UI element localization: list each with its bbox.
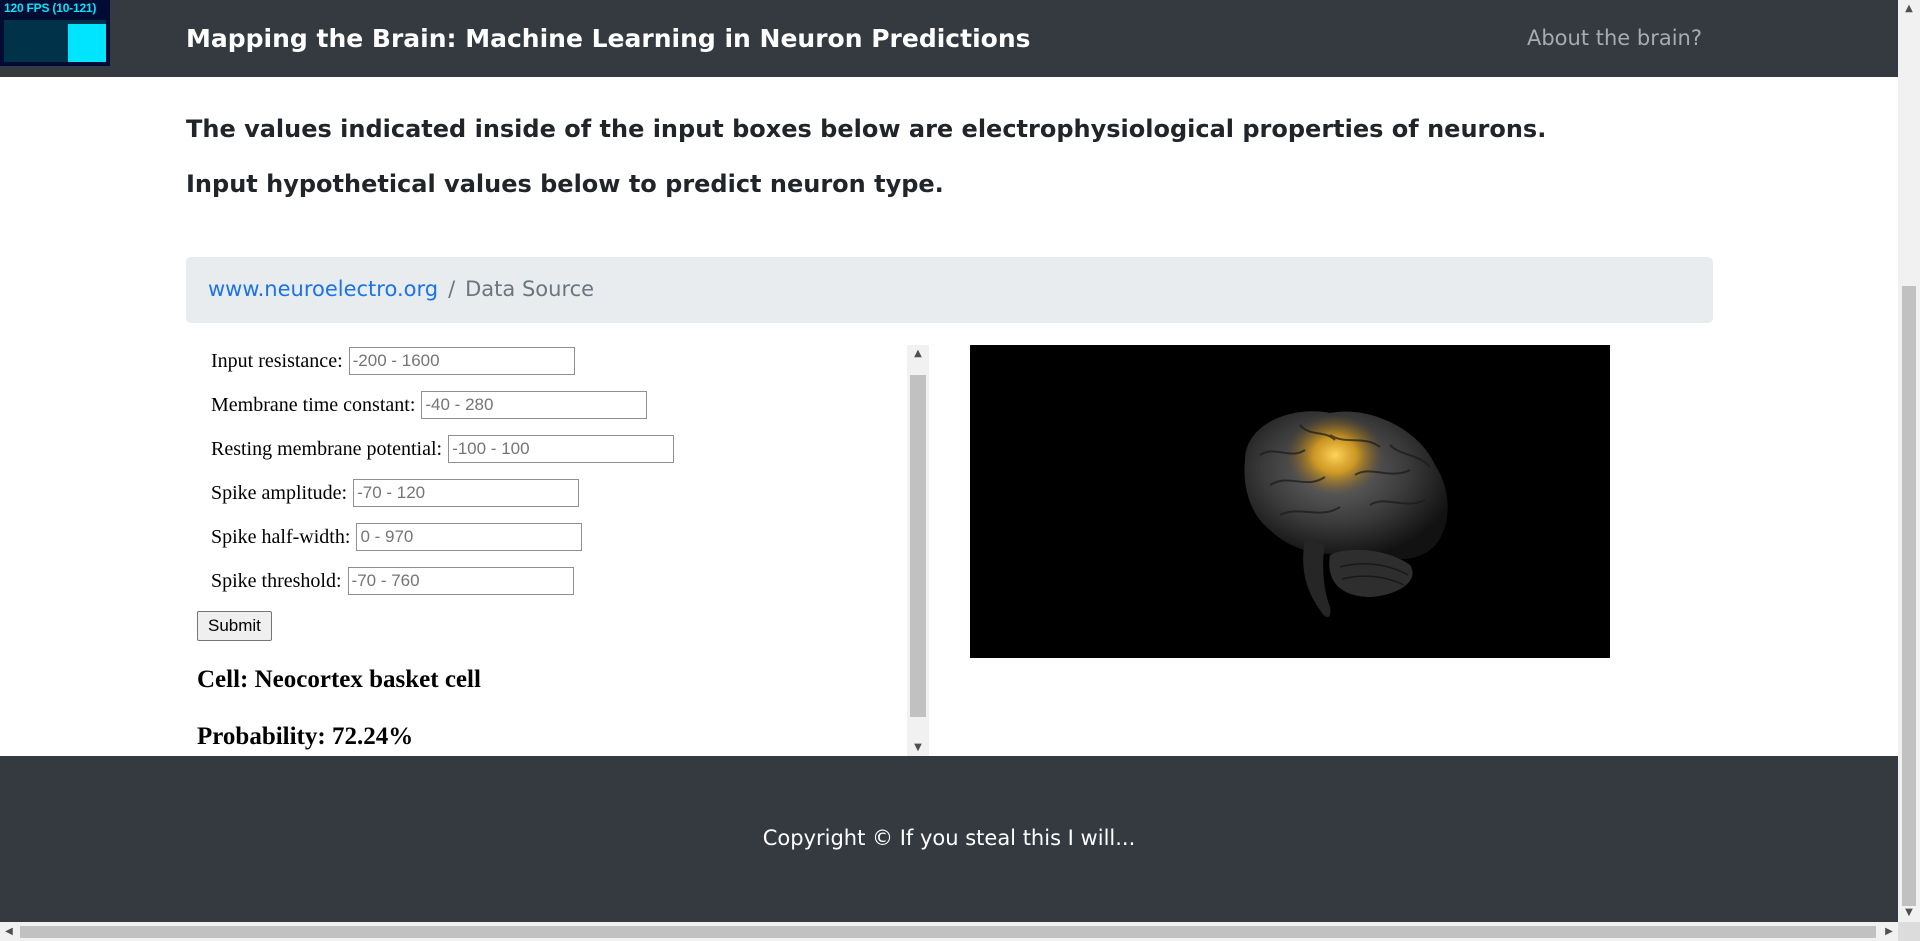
field-spike-amplitude: Spike amplitude:	[211, 479, 580, 507]
breadcrumb-link-neuroelectro[interactable]: www.neuroelectro.org	[208, 277, 438, 301]
prediction-form-panel: Input resistance: Membrane time constant…	[186, 343, 929, 757]
scrollbar-corner	[1898, 922, 1920, 941]
spike-amplitude-field[interactable]	[353, 479, 580, 507]
predicted-cell: Cell: Neocortex basket cell	[197, 666, 481, 693]
page-scroll-up-icon[interactable]: ▲	[1898, 0, 1920, 18]
spike-half-width-field[interactable]	[356, 523, 583, 551]
breadcrumb-items: www.neuroelectro.org / Data Source	[208, 277, 594, 301]
field-input-resistance: Input resistance:	[211, 347, 575, 375]
navbar: Mapping the Brain: Machine Learning in N…	[0, 0, 1898, 77]
page: Mapping the Brain: Machine Learning in N…	[0, 0, 1920, 941]
scroll-up-arrow-icon[interactable]: ▲	[907, 345, 929, 363]
field-label: Input resistance:	[211, 349, 343, 372]
brain-render	[1244, 411, 1448, 618]
page-scroll-down-icon[interactable]: ▼	[1898, 904, 1920, 922]
field-resting-membrane-potential: Resting membrane potential:	[211, 435, 675, 463]
field-spike-threshold: Spike threshold:	[211, 567, 574, 595]
scroll-down-arrow-icon[interactable]: ▼	[907, 739, 929, 757]
membrane-time-constant-field[interactable]	[421, 391, 648, 419]
field-membrane-time-constant: Membrane time constant:	[211, 391, 648, 419]
copyright-text: Copyright © If you steal this I will...	[762, 826, 1136, 850]
footer: Copyright © If you steal this I will...	[0, 756, 1898, 922]
field-label: Spike threshold:	[211, 569, 342, 592]
input-resistance-field[interactable]	[348, 347, 575, 375]
breadcrumb-active-data-source: Data Source	[465, 277, 595, 301]
breadcrumb-separator: /	[448, 277, 456, 301]
page-scroll-left-icon[interactable]: ◀	[0, 922, 18, 941]
page-scroll-right-icon[interactable]: ▶	[1880, 922, 1898, 941]
field-label: Spike half-width:	[211, 525, 351, 548]
submit-button[interactable]: Submit	[197, 611, 272, 641]
about-brain-link[interactable]: About the brain?	[1527, 26, 1702, 50]
page-title[interactable]: Mapping the Brain: Machine Learning in N…	[186, 24, 1031, 53]
field-spike-half-width: Spike half-width:	[211, 523, 583, 551]
resting-membrane-potential-field[interactable]	[448, 435, 675, 463]
page-horizontal-scrollbar[interactable]: ◀ ▶	[0, 922, 1898, 941]
prediction-probability: Probability: 72.24%	[197, 723, 414, 750]
field-label: Spike amplitude:	[211, 481, 348, 504]
brain-3d-view[interactable]	[970, 345, 1610, 658]
form-scrollbar[interactable]: ▲ ▼	[907, 345, 929, 757]
field-label: Resting membrane potential:	[211, 437, 443, 460]
fps-meter: 120 FPS (10-121)	[0, 0, 110, 66]
fps-bar	[68, 24, 106, 62]
page-vertical-scrollbar[interactable]: ▲ ▼	[1898, 0, 1920, 922]
intro-line-2: Input hypothetical values below to predi…	[186, 170, 944, 198]
page-horizontal-scrollbar-thumb[interactable]	[20, 926, 1876, 938]
fps-label: 120 FPS (10-121)	[4, 1, 97, 15]
page-vertical-scrollbar-thumb[interactable]	[1902, 286, 1916, 906]
intro-line-1: The values indicated inside of the input…	[186, 115, 1547, 143]
field-label: Membrane time constant:	[211, 393, 416, 416]
breadcrumb: www.neuroelectro.org / Data Source	[186, 257, 1713, 323]
fps-graph	[4, 20, 106, 62]
form-scrollbar-thumb[interactable]	[910, 375, 926, 717]
spike-threshold-field[interactable]	[347, 567, 574, 595]
